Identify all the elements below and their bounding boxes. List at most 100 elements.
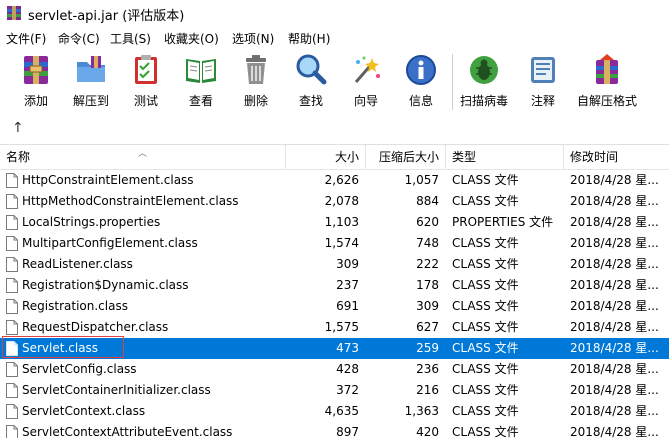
extract-to-button[interactable]: 解压到	[63, 52, 119, 112]
file-packed-size: 236	[416, 362, 439, 376]
file-modified: 2018/4/28 星...	[570, 320, 659, 334]
menu-help[interactable]: 帮助(H)	[288, 30, 330, 47]
file-modified: 2018/4/28 星...	[570, 215, 659, 229]
column-header-modified[interactable]: 修改时间	[564, 145, 669, 169]
menu-bar: 文件(F) 命令(C) 工具(S) 收藏夹(O) 选项(N) 帮助(H)	[0, 26, 669, 48]
column-header-size[interactable]: 大小	[286, 145, 366, 169]
column-header-size-label: 大小	[334, 150, 359, 164]
file-row[interactable]: HttpMethodConstraintElement.class 2,078 88…	[0, 191, 669, 212]
view-icon	[186, 59, 216, 83]
file-row[interactable]: ServletContainerInitializer.class 372 216 C…	[0, 380, 669, 401]
file-size: 309	[336, 257, 359, 271]
file-name: ServletContainerInitializer.class	[22, 383, 211, 397]
column-header-modified-label: 修改时间	[570, 150, 619, 164]
up-arrow-icon[interactable]: ↑	[12, 120, 24, 136]
file-modified: 2018/4/28 星...	[570, 425, 659, 438]
file-icon	[6, 404, 18, 419]
comment-icon	[531, 57, 555, 83]
file-row[interactable]: Servlet.class 473 259 CLASS 文件 2018/4/28 星..…	[0, 336, 669, 359]
sort-ascending-icon: ︿	[138, 149, 148, 159]
column-header-packed-label: 压缩后大小	[378, 150, 439, 164]
file-size: 473	[336, 341, 359, 355]
file-row[interactable]: ReadListener.class 309 222 CLASS 文件 2018/4/2…	[0, 254, 669, 275]
file-packed-size: 259	[416, 341, 439, 355]
virus-scan-icon	[470, 56, 498, 84]
extract-to-icon	[77, 56, 105, 82]
menu-options[interactable]: 选项(N)	[232, 30, 274, 47]
file-type: CLASS 文件	[452, 383, 519, 397]
file-icon	[6, 173, 18, 188]
info-label: 信息	[408, 94, 433, 108]
file-packed-size: 627	[416, 320, 439, 334]
file-row[interactable]: RequestDispatcher.class 1,575 627 CLASS 文件 2…	[0, 317, 669, 338]
file-icon	[6, 425, 18, 438]
file-row[interactable]: ServletConfig.class 428 236 CLASS 文件 2018/4/…	[0, 359, 669, 380]
column-header-name[interactable]: 名称 ︿	[0, 145, 286, 169]
file-packed-size: 1,057	[404, 173, 439, 187]
file-row[interactable]: LocalStrings.properties 1,103 620 PROPERTIE…	[0, 212, 669, 233]
file-type: CLASS 文件	[452, 362, 519, 376]
file-packed-size: 216	[416, 383, 439, 397]
wizard-icon	[354, 56, 380, 83]
file-row[interactable]: Registration.class 691 309 CLASS 文件 2018/4/2…	[0, 296, 669, 317]
column-header-name-label: 名称	[6, 150, 31, 164]
file-name: LocalStrings.properties	[22, 215, 161, 229]
file-modified: 2018/4/28 星...	[570, 404, 659, 418]
file-list-header: 名称 ︿ 大小 压缩后大小 类型 修改时间	[0, 145, 669, 170]
file-list[interactable]: HttpConstraintElement.class 2,626 1,057 CLA…	[0, 170, 669, 438]
file-modified: 2018/4/28 星...	[570, 383, 659, 397]
file-packed-size: 309	[416, 299, 439, 313]
find-label: 查找	[298, 94, 323, 108]
menu-favorites[interactable]: 收藏夹(O)	[164, 30, 219, 47]
virus-scan-button[interactable]: 扫描病毒	[456, 52, 512, 112]
file-modified: 2018/4/28 星...	[570, 194, 659, 208]
window-title: servlet-api.jar (评估版本)	[28, 9, 185, 24]
file-name: MultipartConfigElement.class	[22, 236, 198, 250]
add-archive-icon	[24, 56, 48, 84]
file-packed-size: 420	[416, 425, 439, 438]
delete-icon	[246, 55, 266, 84]
file-icon	[6, 215, 18, 230]
file-row[interactable]: ServletContext.class 4,635 1,363 CLASS 文件 20…	[0, 401, 669, 422]
wizard-button[interactable]: 向导	[338, 52, 394, 112]
test-label: 测试	[133, 94, 158, 108]
add-button-label: 添加	[23, 94, 48, 108]
test-icon	[135, 55, 157, 84]
file-packed-size: 620	[416, 215, 439, 229]
file-icon	[6, 236, 18, 251]
toolbar-separator	[452, 54, 453, 110]
file-row[interactable]: ServletContextAttributeEvent.class 897 420…	[0, 422, 669, 438]
file-size: 897	[336, 425, 359, 438]
column-header-type[interactable]: 类型	[446, 145, 564, 169]
wizard-label: 向导	[353, 94, 378, 108]
delete-button[interactable]: 删除	[228, 52, 284, 112]
sfx-button[interactable]: 自解压格式	[574, 52, 640, 112]
title-bar[interactable]: servlet-api.jar (评估版本)	[0, 0, 669, 26]
toolbar: 添加 解压到 测试 查看 删除 查找 向导 信息 扫描病毒 注释 自解压格式	[0, 48, 669, 116]
view-button[interactable]: 查看	[173, 52, 229, 112]
file-size: 2,626	[324, 173, 359, 187]
column-header-packed[interactable]: 压缩后大小	[366, 145, 446, 169]
file-row[interactable]: HttpConstraintElement.class 2,626 1,057 CLA…	[0, 170, 669, 191]
test-button[interactable]: 测试	[118, 52, 174, 112]
extract-to-label: 解压到	[72, 94, 109, 108]
file-packed-size: 222	[416, 257, 439, 271]
file-size: 1,103	[324, 215, 359, 229]
file-name: Registration.class	[22, 299, 128, 313]
find-button[interactable]: 查找	[283, 52, 339, 112]
info-button[interactable]: 信息	[393, 52, 449, 112]
file-row[interactable]: Registration$Dynamic.class 237 178 CLASS 文件…	[0, 275, 669, 296]
file-modified: 2018/4/28 星...	[570, 362, 659, 376]
menu-tools[interactable]: 工具(S)	[110, 30, 151, 47]
file-name: Servlet.class	[22, 341, 99, 355]
file-packed-size: 178	[416, 278, 439, 292]
file-type: CLASS 文件	[452, 257, 519, 271]
menu-command[interactable]: 命令(C)	[58, 30, 100, 47]
file-row[interactable]: MultipartConfigElement.class 1,574 748 CLAS…	[0, 233, 669, 254]
add-button[interactable]: 添加	[8, 52, 64, 112]
file-type: CLASS 文件	[452, 299, 519, 313]
file-name: RequestDispatcher.class	[22, 320, 169, 334]
menu-file[interactable]: 文件(F)	[6, 30, 46, 47]
file-name: ReadListener.class	[22, 257, 133, 271]
comment-button[interactable]: 注释	[515, 52, 571, 112]
